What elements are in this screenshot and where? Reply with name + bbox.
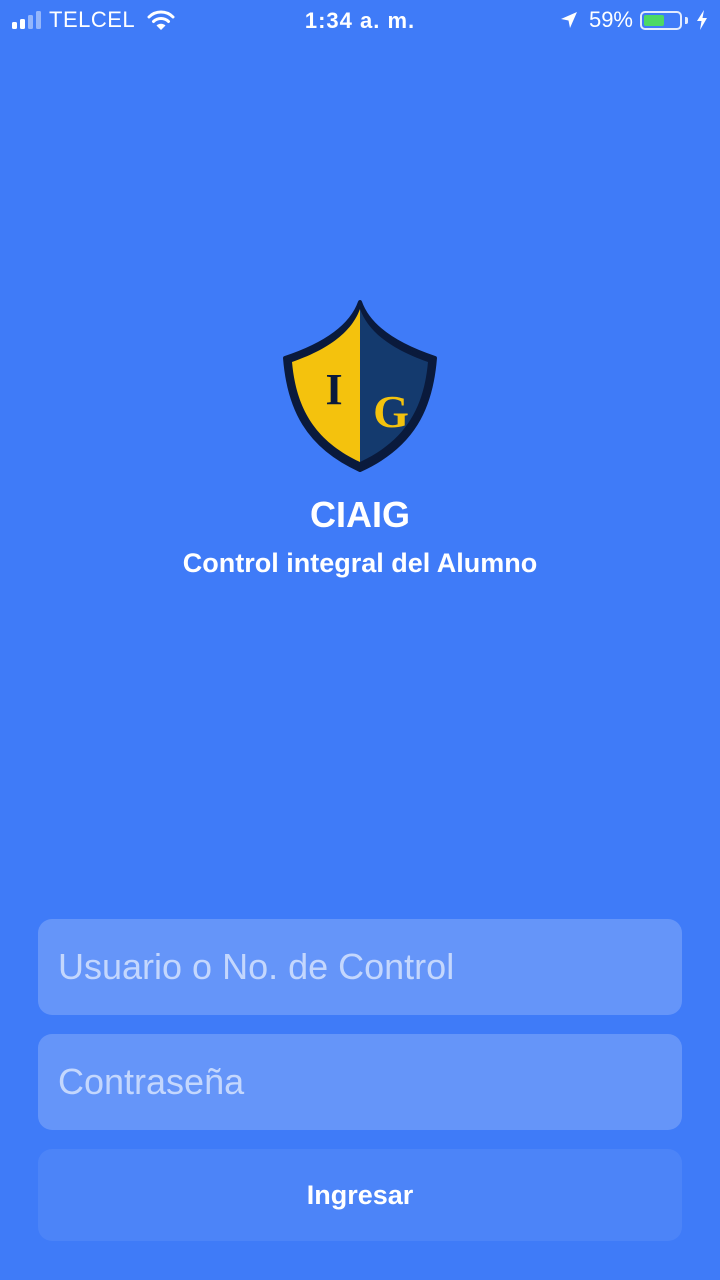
login-button[interactable]: Ingresar — [38, 1149, 682, 1241]
battery-cap — [685, 16, 688, 24]
charging-bolt-icon — [697, 10, 707, 30]
svg-text:I: I — [325, 365, 342, 414]
school-crest-logo: I G — [283, 300, 437, 472]
app-title: CIAIG — [309, 494, 410, 535]
status-bar-right: 59% — [559, 7, 708, 32]
svg-text:G: G — [373, 386, 409, 437]
app-subtitle: Control integral del Alumno — [182, 548, 538, 578]
battery-icon — [640, 10, 682, 30]
password-input[interactable] — [38, 1034, 682, 1130]
location-arrow-icon — [560, 12, 577, 28]
username-input[interactable] — [38, 919, 682, 1015]
battery-percent: 59% — [588, 7, 633, 32]
battery-level-fill — [644, 14, 664, 26]
status-bar: TELCEL 1:34 a. m. 59% — [0, 0, 720, 40]
